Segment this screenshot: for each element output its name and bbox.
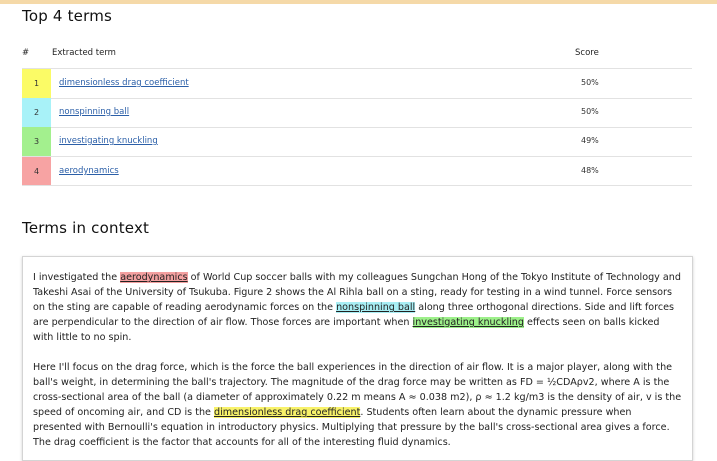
score-cell: 50% bbox=[581, 78, 599, 87]
highlighted-term[interactable]: dimensionless drag coefficient bbox=[213, 407, 361, 418]
score-cell: 49% bbox=[581, 136, 599, 145]
term-link[interactable]: nonspinning ball bbox=[59, 107, 129, 117]
rank-cell: 3 bbox=[22, 127, 51, 156]
score-cell: 50% bbox=[581, 107, 599, 116]
table-row: 3 investigating knuckling 49% bbox=[22, 127, 692, 156]
score-cell: 48% bbox=[581, 166, 599, 175]
top-terms-heading: Top 4 terms bbox=[22, 7, 113, 25]
context-panel: I investigated the aerodynamics of World… bbox=[22, 256, 693, 461]
score-column-header: Score bbox=[575, 48, 599, 58]
terms-in-context-heading: Terms in context bbox=[22, 219, 150, 237]
top-accent-bar bbox=[0, 0, 717, 4]
highlighted-term[interactable]: nonspinning ball bbox=[336, 302, 416, 313]
context-paragraph: I investigated the aerodynamics of World… bbox=[33, 270, 682, 345]
term-link[interactable]: aerodynamics bbox=[59, 166, 119, 176]
rank-cell: 2 bbox=[22, 98, 51, 127]
rank-cell: 1 bbox=[22, 69, 51, 98]
term-column-header: Extracted term bbox=[52, 48, 116, 58]
rank-column-header: # bbox=[22, 48, 30, 58]
highlighted-term[interactable]: investigating knuckling bbox=[412, 317, 524, 328]
context-text: I investigated the bbox=[33, 272, 121, 283]
rank-cell: 4 bbox=[22, 157, 51, 186]
term-link[interactable]: investigating knuckling bbox=[59, 136, 158, 146]
table-row: 4 aerodynamics 48% bbox=[22, 157, 692, 186]
highlighted-term[interactable]: aerodynamics bbox=[120, 272, 188, 283]
table-row: 2 nonspinning ball 50% bbox=[22, 98, 692, 127]
table-row: 1 dimensionless drag coefficient 50% bbox=[22, 69, 692, 98]
term-link[interactable]: dimensionless drag coefficient bbox=[59, 78, 189, 88]
context-paragraph: Here I'll focus on the drag force, which… bbox=[33, 360, 682, 450]
table-divider bbox=[22, 185, 692, 186]
